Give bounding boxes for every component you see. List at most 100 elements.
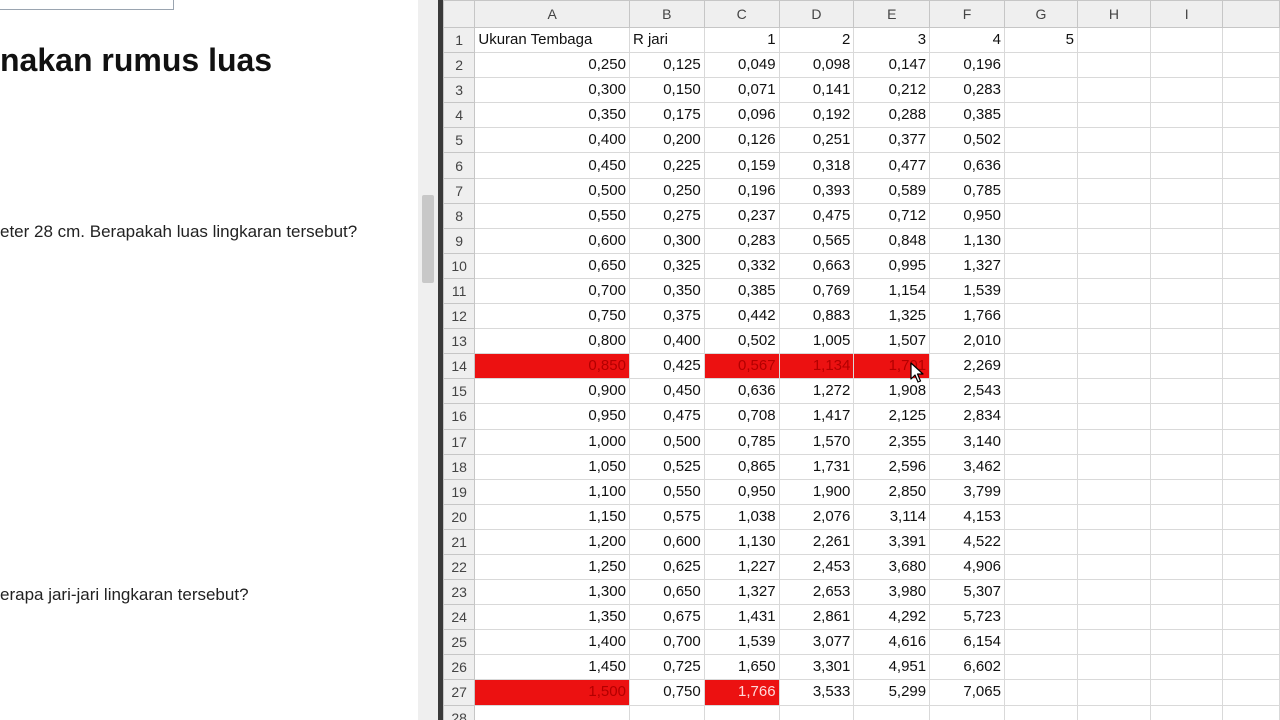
cell[interactable] bbox=[1222, 654, 1280, 681]
cell-e13[interactable]: 1,507 bbox=[853, 328, 931, 355]
cell-b21[interactable]: 0,600 bbox=[628, 528, 705, 555]
cell-g27[interactable] bbox=[1003, 679, 1078, 706]
cell-c16[interactable]: 0,708 bbox=[703, 403, 780, 430]
cell-d15[interactable]: 1,272 bbox=[778, 378, 855, 405]
cell-c21[interactable]: 1,130 bbox=[703, 528, 780, 555]
cell-i26[interactable] bbox=[1149, 654, 1224, 681]
cell-b20[interactable]: 0,575 bbox=[628, 503, 705, 530]
cell-g16[interactable] bbox=[1003, 403, 1078, 430]
row-header[interactable]: 5 bbox=[443, 127, 476, 154]
column-header-b[interactable]: B bbox=[628, 0, 705, 28]
cell-f22[interactable]: 4,906 bbox=[929, 553, 1005, 581]
cell[interactable] bbox=[1222, 528, 1280, 555]
cell-a26[interactable]: 1,450 bbox=[474, 654, 630, 681]
cell-b8[interactable]: 0,275 bbox=[628, 202, 705, 229]
column-header-e[interactable]: E bbox=[853, 0, 931, 28]
cell-c18[interactable]: 0,865 bbox=[703, 453, 780, 480]
cell-h7[interactable] bbox=[1076, 177, 1151, 204]
cell-g19[interactable] bbox=[1003, 478, 1078, 505]
row-header[interactable]: 18 bbox=[443, 453, 476, 480]
cell-f17[interactable]: 3,140 bbox=[929, 428, 1005, 455]
cell-c19[interactable]: 0,950 bbox=[703, 478, 780, 505]
cell-f28[interactable] bbox=[929, 704, 1005, 720]
cell-g4[interactable] bbox=[1003, 102, 1078, 129]
cell-h28[interactable] bbox=[1076, 704, 1151, 720]
cell-a14[interactable]: 0,850 bbox=[474, 353, 630, 380]
cell-b28[interactable] bbox=[628, 704, 705, 720]
cell-e1[interactable]: 3 bbox=[853, 26, 931, 54]
cell[interactable] bbox=[1222, 704, 1280, 720]
cell-f5[interactable]: 0,502 bbox=[929, 127, 1005, 154]
cell[interactable] bbox=[1222, 503, 1280, 530]
cell-b11[interactable]: 0,350 bbox=[628, 277, 705, 305]
cell[interactable] bbox=[1222, 303, 1280, 330]
cell-f19[interactable]: 3,799 bbox=[929, 478, 1005, 505]
cell[interactable] bbox=[1222, 629, 1280, 656]
cell-g7[interactable] bbox=[1003, 177, 1078, 204]
row-header[interactable]: 23 bbox=[443, 579, 476, 606]
cell[interactable] bbox=[1222, 202, 1280, 229]
cell-g2[interactable] bbox=[1003, 52, 1078, 79]
cell-a1[interactable]: Ukuran Tembaga bbox=[474, 26, 630, 54]
cell-i12[interactable] bbox=[1149, 303, 1224, 330]
cell-i10[interactable] bbox=[1149, 252, 1224, 279]
cell-g28[interactable] bbox=[1003, 704, 1078, 720]
cell-e2[interactable]: 0,147 bbox=[853, 52, 931, 79]
cell-b13[interactable]: 0,400 bbox=[628, 328, 705, 355]
cell-g15[interactable] bbox=[1003, 378, 1078, 405]
row-header[interactable]: 10 bbox=[443, 252, 476, 279]
cell-d20[interactable]: 2,076 bbox=[778, 503, 855, 530]
cell-i27[interactable] bbox=[1149, 679, 1224, 706]
cell-d4[interactable]: 0,192 bbox=[778, 102, 855, 129]
cell-f2[interactable]: 0,196 bbox=[929, 52, 1005, 79]
cell-a18[interactable]: 1,050 bbox=[474, 453, 630, 480]
cell-a11[interactable]: 0,700 bbox=[474, 277, 630, 305]
cell-h23[interactable] bbox=[1076, 579, 1151, 606]
cell-f21[interactable]: 4,522 bbox=[929, 528, 1005, 555]
cell[interactable] bbox=[1222, 478, 1280, 505]
cell-a10[interactable]: 0,650 bbox=[474, 252, 630, 279]
cell-a9[interactable]: 0,600 bbox=[474, 227, 630, 254]
cell-d17[interactable]: 1,570 bbox=[778, 428, 855, 455]
cell-g14[interactable] bbox=[1003, 353, 1078, 380]
cell-c3[interactable]: 0,071 bbox=[703, 77, 780, 104]
cell-h1[interactable] bbox=[1076, 26, 1151, 54]
cell-g10[interactable] bbox=[1003, 252, 1078, 279]
column-header-g[interactable]: G bbox=[1003, 0, 1078, 28]
cell-e22[interactable]: 3,680 bbox=[853, 553, 931, 581]
cell-c28[interactable] bbox=[703, 704, 780, 720]
cell-a2[interactable]: 0,250 bbox=[474, 52, 630, 79]
cell-d7[interactable]: 0,393 bbox=[778, 177, 855, 204]
cell-a4[interactable]: 0,350 bbox=[474, 102, 630, 129]
cell-c23[interactable]: 1,327 bbox=[703, 579, 780, 606]
cell-f16[interactable]: 2,834 bbox=[929, 403, 1005, 430]
cell-d5[interactable]: 0,251 bbox=[778, 127, 855, 154]
cell[interactable] bbox=[1222, 152, 1280, 179]
cell-e6[interactable]: 0,477 bbox=[853, 152, 931, 179]
cell-i3[interactable] bbox=[1149, 77, 1224, 104]
cell[interactable] bbox=[1222, 604, 1280, 631]
cell-b19[interactable]: 0,550 bbox=[628, 478, 705, 505]
cell[interactable] bbox=[1222, 102, 1280, 129]
cell[interactable] bbox=[1222, 227, 1280, 254]
row-header[interactable]: 28 bbox=[443, 704, 476, 720]
cell-f10[interactable]: 1,327 bbox=[929, 252, 1005, 279]
cell-h3[interactable] bbox=[1076, 77, 1151, 104]
cell[interactable] bbox=[1222, 127, 1280, 154]
cell-i4[interactable] bbox=[1149, 102, 1224, 129]
cell-a8[interactable]: 0,550 bbox=[474, 202, 630, 229]
column-header-overflow[interactable] bbox=[1222, 0, 1280, 28]
cell-g1[interactable]: 5 bbox=[1003, 26, 1078, 54]
cell-g8[interactable] bbox=[1003, 202, 1078, 229]
column-header-d[interactable]: D bbox=[778, 0, 855, 28]
cell-i28[interactable] bbox=[1149, 704, 1224, 720]
cell-g5[interactable] bbox=[1003, 127, 1078, 154]
cell-h9[interactable] bbox=[1076, 227, 1151, 254]
row-header[interactable]: 2 bbox=[443, 52, 476, 79]
cell-f6[interactable]: 0,636 bbox=[929, 152, 1005, 179]
cell-i22[interactable] bbox=[1149, 553, 1224, 581]
cell-d6[interactable]: 0,318 bbox=[778, 152, 855, 179]
row-header[interactable]: 21 bbox=[443, 528, 476, 555]
cell-d12[interactable]: 0,883 bbox=[778, 303, 855, 330]
row-header[interactable]: 8 bbox=[443, 202, 476, 229]
